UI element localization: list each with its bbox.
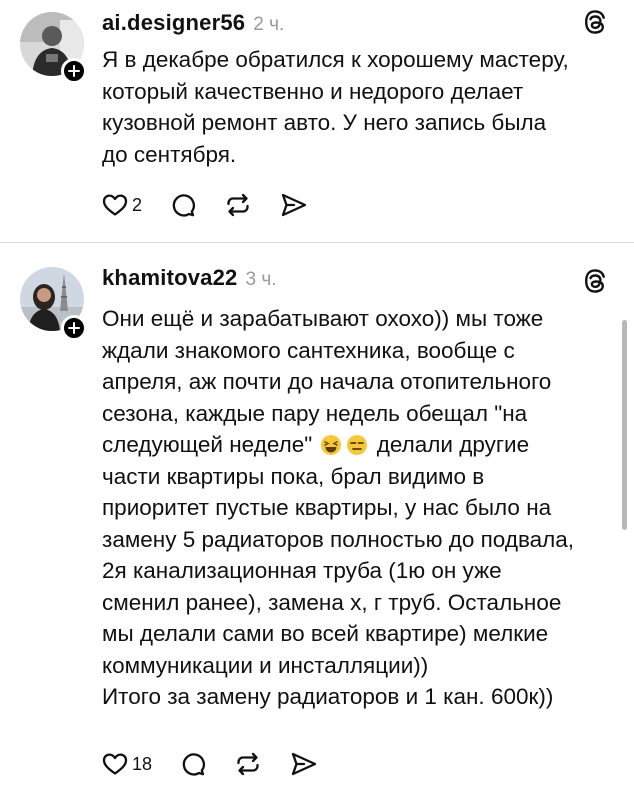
like-count: 2 xyxy=(132,194,143,215)
repost-icon xyxy=(237,752,259,776)
follow-plus-icon[interactable] xyxy=(61,58,87,84)
expressionless-emoji xyxy=(347,435,368,455)
scrollbar[interactable] xyxy=(622,320,627,530)
share-icon xyxy=(281,193,307,217)
like-button[interactable]: 2 xyxy=(102,193,142,217)
heart-icon xyxy=(102,753,128,775)
username[interactable]: khamitova22 xyxy=(102,265,238,291)
post-text: Они ещё и зарабатывают охохо)) мы тоже ж… xyxy=(102,303,612,713)
comment-icon xyxy=(182,753,205,776)
post-text: Я в декабре обратился к хорошему мастеру… xyxy=(102,47,569,167)
laughing-emoji xyxy=(321,435,342,455)
share-icon xyxy=(291,752,317,776)
follow-plus-icon[interactable] xyxy=(61,315,87,341)
post-header: khamitova22 3 ч. xyxy=(102,265,277,291)
threads-icon xyxy=(584,10,606,39)
comment-button[interactable] xyxy=(170,192,196,218)
post-text-part-2: делали другие части квартиры пока, брал … xyxy=(102,432,575,709)
post-header: ai.designer56 2 ч. xyxy=(102,10,284,36)
share-button[interactable] xyxy=(280,192,308,218)
post-ai-designer56: ai.designer56 2 ч. Я в декабре обратился… xyxy=(0,0,634,242)
repost-button[interactable] xyxy=(224,192,252,218)
username[interactable]: ai.designer56 xyxy=(102,10,245,36)
repost-icon xyxy=(227,193,249,217)
timestamp: 2 ч. xyxy=(253,14,285,35)
post-khamitova22: khamitova22 3 ч. Они ещё и зарабатывают … xyxy=(0,243,634,800)
comment-button[interactable] xyxy=(180,751,206,777)
action-bar: 18 xyxy=(102,751,346,777)
repost-button[interactable] xyxy=(234,751,262,777)
like-button[interactable]: 18 xyxy=(102,752,152,776)
timestamp: 3 ч. xyxy=(245,269,277,290)
threads-icon xyxy=(584,269,606,298)
comment-icon xyxy=(172,194,195,217)
share-button[interactable] xyxy=(290,751,318,777)
action-bar: 2 xyxy=(102,192,336,218)
heart-icon xyxy=(102,194,128,216)
like-count: 18 xyxy=(132,753,153,774)
